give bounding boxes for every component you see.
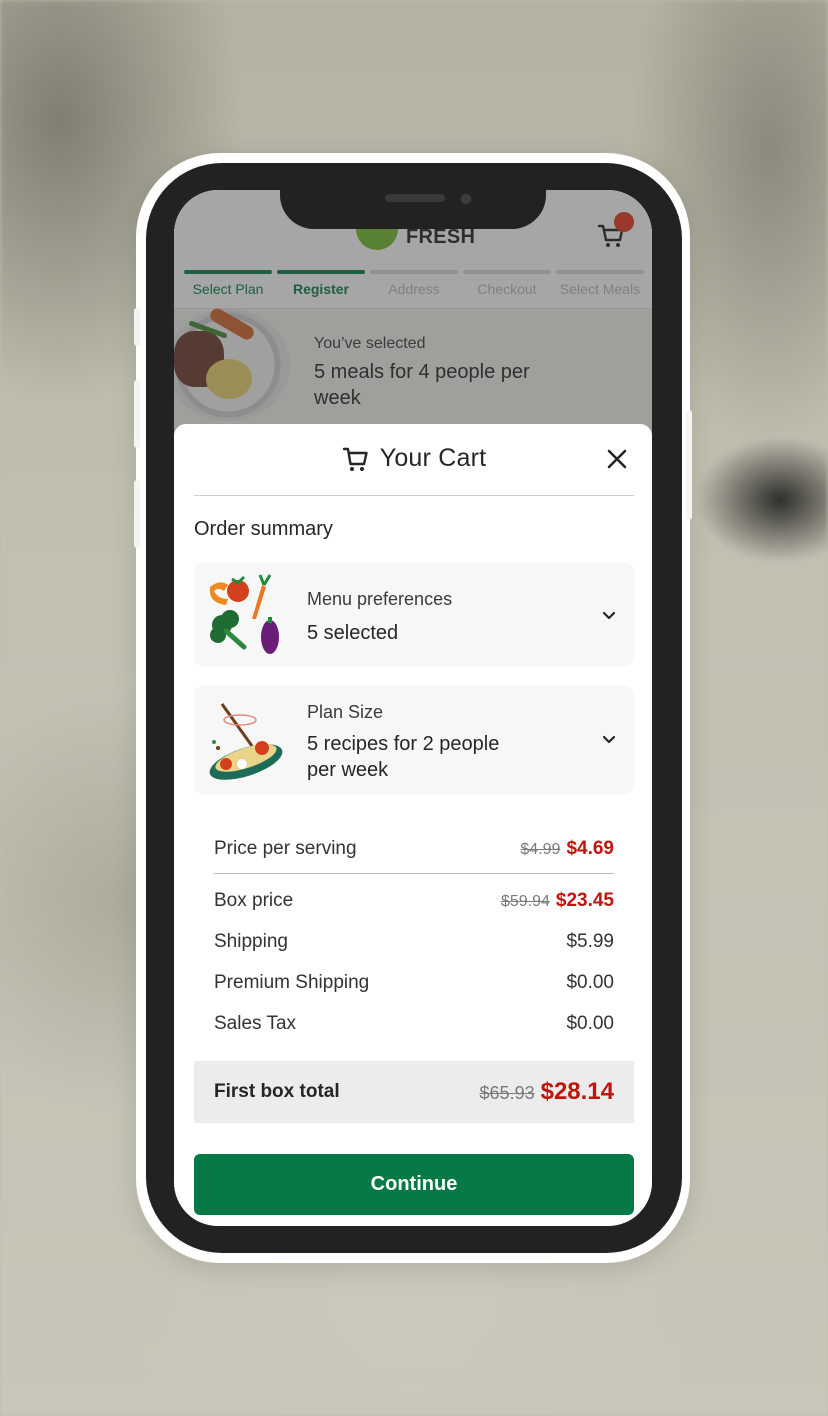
total-values: $65.93 $28.14	[480, 1078, 614, 1106]
price-row-per-serving: Price per serving $4.99 $4.69	[214, 828, 614, 874]
price-row-premium-shipping: Premium Shipping $0.00	[214, 962, 614, 1003]
price-values: $4.99 $4.69	[520, 838, 614, 860]
price-label: Sales Tax	[214, 1012, 297, 1034]
phone-side-button	[134, 380, 140, 448]
discounted-price: $23.45	[555, 889, 614, 911]
total-label: First box total	[214, 1081, 340, 1102]
cart-title-wrap: Your Cart	[194, 444, 634, 473]
price-label: Box price	[214, 889, 294, 911]
price-breakdown: Price per serving $4.99 $4.69 Box price $…	[214, 828, 614, 1044]
continue-button[interactable]: Continue	[194, 1154, 634, 1215]
price-value: $5.99	[566, 930, 614, 952]
discounted-price: $4.69	[566, 837, 614, 859]
phone-speaker	[385, 194, 445, 202]
chevron-down-icon[interactable]	[600, 606, 618, 624]
phone-camera	[460, 193, 472, 205]
price-label: Price per serving	[214, 837, 357, 859]
first-box-total-row: First box total $65.93 $28.14	[194, 1061, 634, 1123]
accordion-label: Menu preferences	[307, 589, 453, 609]
accordion-label: Plan Size	[307, 702, 384, 722]
plan-size-accordion[interactable]: Plan Size 5 recipes for 2 people per wee…	[194, 686, 634, 794]
price-label: Shipping	[214, 930, 288, 952]
discounted-total: $28.14	[540, 1078, 614, 1105]
cart-modal: Your Cart Order summary Menu preferences…	[174, 424, 652, 1226]
cooking-pan-illustration-icon	[209, 703, 283, 780]
phone-screen: FRESH Select Plan Register Address Check…	[174, 190, 652, 1226]
original-total: $65.93	[479, 1083, 535, 1103]
phone-side-button	[134, 480, 140, 548]
chevron-down-icon[interactable]	[600, 730, 618, 748]
vegetables-illustration-icon	[209, 574, 279, 654]
price-value: $0.00	[566, 1012, 614, 1034]
price-values: $59.94 $23.45	[501, 890, 614, 912]
cart-header: Your Cart	[194, 424, 634, 496]
accordion-value: 5 selected	[307, 622, 399, 644]
price-row-sales-tax: Sales Tax $0.00	[214, 1003, 614, 1044]
original-price: $59.94	[500, 892, 550, 910]
menu-preferences-accordion[interactable]: Menu preferences 5 selected	[194, 563, 634, 666]
price-label: Premium Shipping	[214, 971, 370, 993]
price-row-box-price: Box price $59.94 $23.45	[214, 880, 614, 921]
shopping-cart-icon	[342, 447, 368, 471]
price-value: $0.00	[566, 971, 614, 993]
price-row-shipping: Shipping $5.99	[214, 921, 614, 962]
order-summary-title: Order summary	[194, 518, 333, 540]
original-price: $4.99	[520, 840, 561, 858]
phone-side-button	[134, 308, 140, 346]
cart-title: Your Cart	[379, 444, 487, 472]
phone-side-button	[686, 410, 692, 520]
accordion-value: 5 recipes for 2 people per week	[307, 733, 500, 781]
close-icon[interactable]	[604, 446, 630, 472]
